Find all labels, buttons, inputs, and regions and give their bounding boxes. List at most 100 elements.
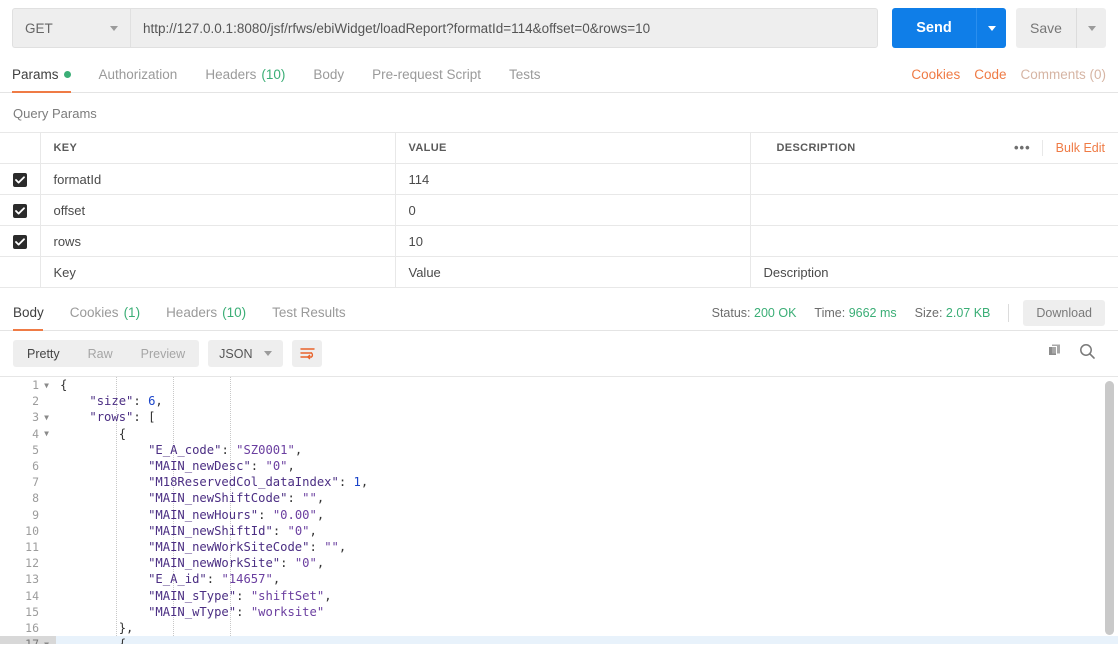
code-line[interactable]: 5▼ "E_A_code": "SZ0001", [0,441,1118,458]
comments-link[interactable]: Comments (0) [1020,67,1106,82]
line-number-gutter: 6▼ [0,457,56,475]
line-number: 17 [25,637,39,644]
time-value: 9662 ms [848,305,897,320]
line-number: 1 [32,378,39,393]
response-body-code-editor[interactable]: 1▼{2▼ "size": 6,3▼ "rows": [4▼ {5▼ "E_A_… [0,376,1118,644]
response-tab-cookies[interactable]: Cookies (1) [57,295,153,330]
code-line-text: "MAIN_sType": "shiftSet", [56,589,1118,603]
table-header-row: KEY VALUE DESCRIPTION ••• Bulk Edit [0,132,1118,164]
code-line[interactable]: 14▼ "MAIN_sType": "shiftSet", [0,587,1118,604]
tab-body[interactable]: Body [299,56,358,92]
response-tab-headers[interactable]: Headers (10) [153,295,259,330]
param-key[interactable]: offset [40,194,396,226]
code-line-text: "M18ReservedCol_dataIndex": 1, [56,475,1118,489]
code-line[interactable]: 3 ▼ "rows": [ [0,409,1118,426]
save-button-group: Save [1016,8,1106,48]
code-token-num: 1 [353,475,361,490]
copy-button[interactable] [1047,343,1063,364]
param-value[interactable]: 114 [395,163,751,195]
response-tab-body[interactable]: Body [13,295,57,331]
tab-params[interactable]: Params [12,56,85,93]
response-tab-headers-label: Headers [166,305,218,320]
http-method-select[interactable]: GET [12,8,130,48]
code-line[interactable]: 16▼ }, [0,619,1118,636]
param-description[interactable] [750,163,1118,195]
code-line[interactable]: 9▼ "MAIN_newHours": "0.00", [0,506,1118,523]
params-modified-dot-icon [63,70,71,78]
tab-tests[interactable]: Tests [495,56,555,92]
view-mode-pretty[interactable]: Pretty [13,340,74,367]
tab-authorization[interactable]: Authorization [85,56,192,92]
send-button[interactable]: Send [892,8,976,48]
view-mode-raw[interactable]: Raw [74,340,127,367]
send-options-button[interactable] [976,8,1006,48]
param-description[interactable] [750,225,1118,257]
code-line[interactable]: 8▼ "MAIN_newShiftCode": "", [0,490,1118,507]
line-number: 13 [25,572,39,587]
response-tab-test-results[interactable]: Test Results [259,295,359,330]
param-description[interactable] [750,194,1118,226]
view-mode-preview[interactable]: Preview [127,340,199,367]
param-value[interactable]: 0 [395,194,751,226]
request-bar: GET http://127.0.0.1:8080/jsf/rfws/ebiWi… [0,0,1118,56]
code-line[interactable]: 11▼ "MAIN_newWorkSiteCode": "", [0,538,1118,556]
new-param-description-input[interactable]: Description [750,256,1118,288]
param-key[interactable]: formatId [40,163,396,195]
code-line[interactable]: 7▼ "M18ReservedCol_dataIndex": 1, [0,474,1118,491]
code-line[interactable]: 2▼ "size": 6, [0,393,1118,410]
line-number: 14 [25,588,39,603]
param-key[interactable]: rows [40,225,396,257]
cookies-link[interactable]: Cookies [911,67,960,82]
param-value[interactable]: 10 [395,225,751,257]
save-options-button[interactable] [1076,8,1106,48]
code-token-punc: : [280,556,295,571]
code-token-key: "MAIN_newHours" [148,507,259,522]
code-link[interactable]: Code [974,67,1006,82]
search-button[interactable] [1079,343,1096,365]
code-token-punc: { [118,426,127,441]
response-tab-cookies-count: (1) [123,305,141,320]
bulk-edit-button[interactable]: Bulk Edit [1043,141,1118,155]
fold-toggle-icon[interactable]: ▼ [41,640,52,644]
fold-toggle-icon[interactable]: ▼ [41,381,52,390]
code-line[interactable]: 4 ▼ { [0,425,1118,442]
download-button[interactable]: Download [1023,299,1105,326]
time-label: Time: [814,305,846,320]
code-line[interactable]: 15▼ "MAIN_wType": "worksite" [0,603,1118,620]
tab-pre-request-script[interactable]: Pre-request Script [358,56,495,92]
query-params-title: Query Params [13,106,97,121]
checkbox-checked-icon[interactable] [12,234,27,249]
fold-toggle-icon[interactable]: ▼ [41,413,52,422]
code-line[interactable]: 12▼ "MAIN_newWorkSite": "0", [0,555,1118,572]
code-line[interactable]: 6▼ "MAIN_newDesc": "0", [0,457,1118,475]
row-checkbox-cell-empty[interactable] [0,256,41,288]
code-token-punc: : [133,394,149,409]
table-row-new: Key Value Description [0,256,1118,288]
code-line-text: "MAIN_wType": "worksite" [56,605,1118,619]
code-line[interactable]: 10▼ "MAIN_newShiftId": "0", [0,522,1118,539]
code-token-punc: { [119,637,126,644]
line-number-gutter: 16▼ [0,619,56,636]
url-input[interactable]: http://127.0.0.1:8080/jsf/rfws/ebiWidget… [130,8,878,48]
wrap-lines-button[interactable] [292,340,323,367]
new-param-key-input[interactable]: Key [40,256,396,288]
new-param-value-input[interactable]: Value [395,256,751,288]
checkbox-checked-icon[interactable] [12,203,27,218]
save-button[interactable]: Save [1016,8,1076,48]
response-format-select[interactable]: JSON [208,340,284,367]
code-line-text: { [56,378,1118,392]
row-checkbox-cell[interactable] [0,194,41,226]
row-checkbox-cell[interactable] [0,225,41,257]
editor-vertical-scrollbar[interactable] [1105,381,1114,635]
line-number-gutter: 2▼ [0,393,56,410]
response-toolbar-actions [1047,343,1105,365]
checkbox-checked-icon[interactable] [12,172,27,187]
row-checkbox-cell[interactable] [0,163,41,195]
tab-headers[interactable]: Headers (10) [191,56,299,92]
code-line[interactable]: 1 ▼ { [0,377,1118,394]
code-line[interactable]: 17▼ { [0,636,1118,644]
more-options-icon[interactable]: ••• [1003,140,1043,156]
fold-toggle-icon[interactable]: ▼ [41,429,52,438]
time-info: Time: 9662 ms [814,306,896,320]
code-line[interactable]: 13▼ "E_A_id": "14657", [0,571,1118,588]
